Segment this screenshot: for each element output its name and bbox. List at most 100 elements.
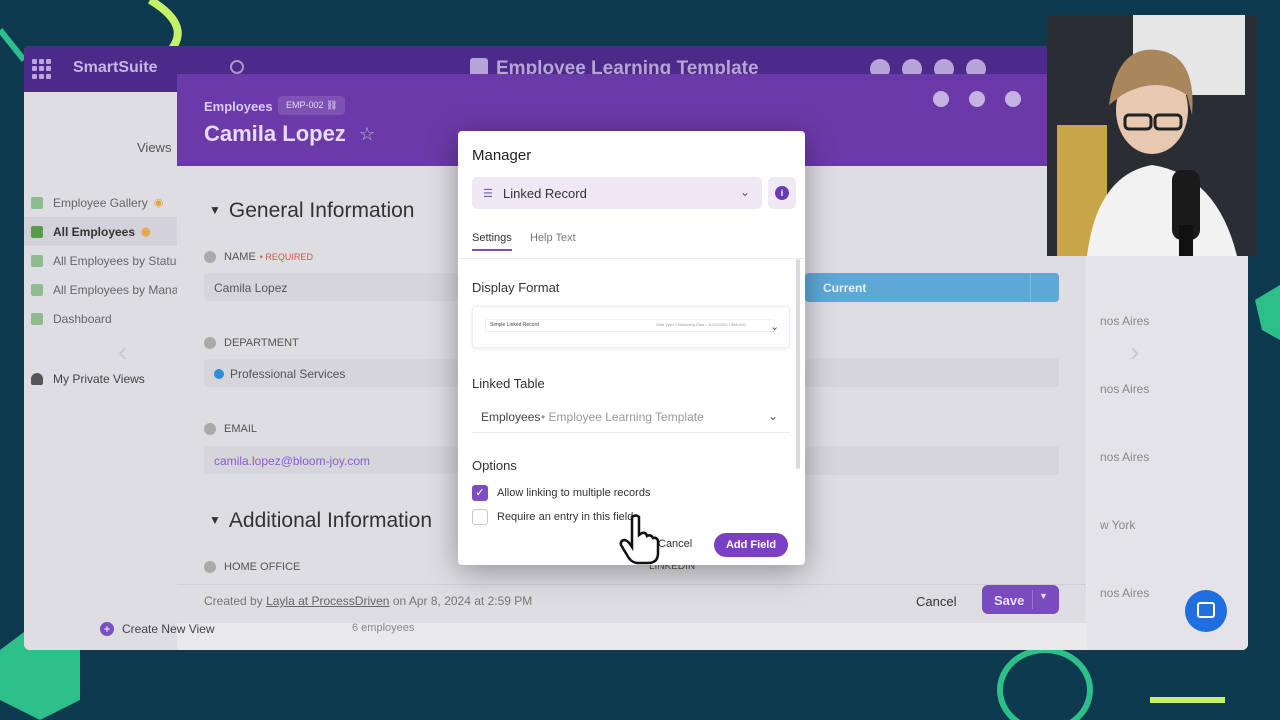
plus-icon: + <box>100 622 114 636</box>
views-label: Views <box>137 140 172 155</box>
linked-table-select[interactable]: Employees • Employee Learning Template ⌄ <box>472 401 790 433</box>
email-value[interactable]: camila.lopez@bloom-joy.com <box>214 454 370 468</box>
hand-cursor-icon <box>619 514 660 565</box>
info-icon: i <box>775 186 789 200</box>
display-format-label: Display Format <box>472 280 560 295</box>
presenter-video-icon <box>1047 15 1257 256</box>
name-field[interactable]: Camila Lopez <box>204 273 458 301</box>
created-text: Created <box>204 594 247 608</box>
on-word: on <box>392 594 407 608</box>
sidebar-item-dashboard[interactable]: Dashboard <box>24 304 177 333</box>
sidebar-item-label: Employee Gallery <box>53 195 148 210</box>
grid-cell[interactable]: nos Aires <box>1100 314 1149 328</box>
sidebar-item-label: All Employees by Manager <box>53 282 177 297</box>
grid-cell[interactable]: w York <box>1100 518 1135 532</box>
linked-table-label: Linked Table <box>472 376 545 391</box>
comment-icon[interactable] <box>1005 91 1021 107</box>
record-id-badge[interactable]: EMP-002 ⛓ <box>278 96 346 115</box>
department-field-label: DEPARTMENT <box>204 337 299 349</box>
save-button[interactable]: Save ▼ <box>982 585 1059 614</box>
private-views-label: My Private Views <box>53 372 145 386</box>
favorite-star-icon[interactable]: ☆ <box>359 124 375 145</box>
search-icon[interactable] <box>230 60 244 74</box>
created-date: Apr 8, 2024 at 2:59 PM <box>408 594 533 608</box>
department-color-dot <box>214 369 224 379</box>
chevron-down-icon: ⌄ <box>740 185 751 199</box>
record-title: Camila Lopez <box>204 121 346 146</box>
sidebar-item-label: All Employees by Status <box>53 253 177 268</box>
tab-settings[interactable]: Settings <box>472 232 512 244</box>
sidebar-item-label: All Employees <box>53 224 136 239</box>
section-title: Additional Information <box>228 509 433 532</box>
save-options-chevron-icon[interactable]: ▼ <box>1039 591 1048 601</box>
private-views[interactable]: My Private Views <box>31 372 145 386</box>
breadcrumb[interactable]: Employees <box>204 99 273 114</box>
email-field-label: EMAIL <box>204 423 257 435</box>
tab-help-text[interactable]: Help Text <box>530 232 576 244</box>
info-button[interactable]: i <box>768 177 796 209</box>
collapse-triangle-icon: ▼ <box>209 513 221 527</box>
require-entry-label[interactable]: Require an entry in this field <box>497 511 633 523</box>
chevron-down-icon: ⌄ <box>770 321 780 333</box>
grid-icon <box>31 225 43 238</box>
text-field-icon <box>204 251 216 263</box>
save-divider <box>1032 590 1033 609</box>
select-field-icon <box>204 337 216 349</box>
section-additional-information[interactable]: ▼ Additional Information <box>209 509 432 533</box>
active-tab-indicator <box>472 249 512 251</box>
required-badge: • REQUIRED <box>259 252 313 262</box>
next-record-chevron-icon[interactable]: › <box>1130 336 1139 368</box>
section-title: General Information <box>228 199 415 222</box>
link-icon: ⛓ <box>326 100 338 110</box>
history-icon[interactable] <box>969 91 985 107</box>
grid-cell[interactable]: nos Aires <box>1100 586 1149 600</box>
dialog-scrollbar[interactable] <box>796 259 800 469</box>
status-value: Current <box>823 281 867 295</box>
bell-icon[interactable] <box>933 91 949 107</box>
grid-cell[interactable]: nos Aires <box>1100 382 1149 396</box>
linked-table-name: Employees <box>481 410 541 424</box>
sidebar-item-all-employees[interactable]: All Employees ◉ <box>24 217 177 246</box>
dialog-title: Manager <box>472 147 532 164</box>
email-field[interactable]: camila.lopez@bloom-joy.com <box>204 446 458 474</box>
format-preview-details: Seth Tyler • Marketing Plan • 11/22/2020… <box>656 322 746 327</box>
status-field[interactable]: Current <box>805 273 1059 302</box>
linked-record-icon: ☰ <box>483 188 493 200</box>
record-footer: Created by Layla at ProcessDriven on Apr… <box>177 584 1086 623</box>
linked-table-solution: • Employee Learning Template <box>541 410 704 424</box>
webcam-overlay <box>1047 15 1257 256</box>
sidebar-views: Employee Gallery ◉ All Employees ◉ All Emp… <box>24 188 177 333</box>
email-related-field[interactable] <box>805 446 1059 475</box>
email-icon <box>204 423 216 435</box>
grid-cell[interactable]: nos Aires <box>1100 450 1149 464</box>
author-link[interactable]: Layla at ProcessDriven <box>266 594 389 608</box>
apps-grid-icon[interactable] <box>32 59 52 79</box>
sidebar <box>24 92 177 650</box>
add-field-button[interactable]: Add Field <box>714 533 788 557</box>
sidebar-item-employee-gallery[interactable]: Employee Gallery ◉ <box>24 188 177 217</box>
field-label: EMAIL <box>224 423 258 435</box>
chat-support-button[interactable] <box>1185 590 1227 632</box>
department-related-field[interactable] <box>805 358 1059 387</box>
grid-icon <box>31 283 43 296</box>
field-type-select[interactable]: ☰ Linked Record ⌄ <box>472 177 762 209</box>
section-general-information[interactable]: ▼ General Information <box>209 199 415 223</box>
sidebar-item-by-manager[interactable]: All Employees by Manager <box>24 275 177 304</box>
require-entry-checkbox[interactable] <box>472 509 488 525</box>
allow-multiple-checkbox[interactable]: ✓ <box>472 485 488 501</box>
person-icon <box>31 373 43 385</box>
sidebar-item-by-status[interactable]: All Employees by Status <box>24 246 177 275</box>
options-label: Options <box>472 458 517 473</box>
allow-multiple-label[interactable]: Allow linking to multiple records <box>497 487 650 499</box>
record-id: EMP-002 <box>286 100 324 110</box>
collapse-triangle-icon: ▼ <box>209 203 221 217</box>
status-chevron-icon[interactable] <box>1030 273 1059 302</box>
prev-record-chevron-icon[interactable]: ‹ <box>118 336 127 368</box>
created-info: Created by Layla at ProcessDriven on Apr… <box>204 594 532 608</box>
record-cancel-button[interactable]: Cancel <box>916 594 956 609</box>
tabs-divider <box>458 258 805 259</box>
create-view-button[interactable]: + Create New View <box>100 622 214 636</box>
department-field[interactable]: Professional Services <box>204 359 458 387</box>
display-format-select[interactable]: Simple Linked Record Seth Tyler • Market… <box>472 306 790 348</box>
name-field-label: NAME • REQUIRED <box>204 251 313 263</box>
